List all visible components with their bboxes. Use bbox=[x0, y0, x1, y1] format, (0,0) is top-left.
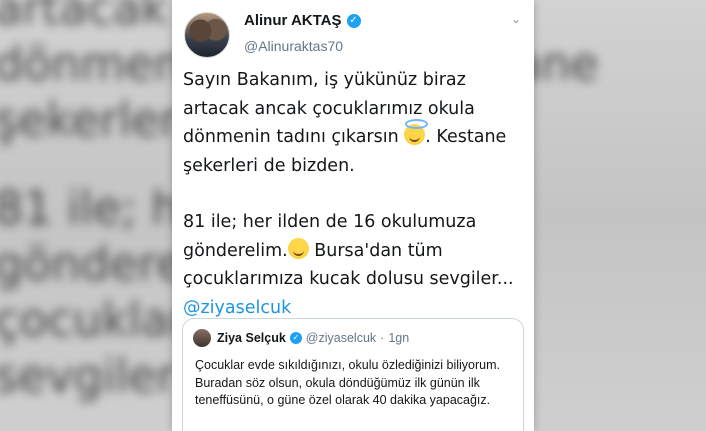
quoted-author-name[interactable]: Ziya Selçuk bbox=[217, 331, 286, 345]
author-name[interactable]: Alinur AKTAŞ bbox=[244, 12, 342, 29]
separator-dot: · bbox=[380, 331, 385, 345]
tweet-paragraph-2: 81 ile; her ilden de 16 okulumuza gönder… bbox=[183, 208, 525, 322]
quoted-tweet-text: Çocuklar evde sıkıldığınızı, okulu özled… bbox=[195, 358, 500, 407]
quoted-tweet[interactable]: Ziya Selçuk ✓ @ziyaselcuk · 1gn Çocuklar… bbox=[182, 318, 524, 431]
verified-badge-icon: ✓ bbox=[289, 332, 302, 344]
quoted-author-row: Ziya Selçuk ✓ @ziyaselcuk · 1gn bbox=[217, 331, 409, 345]
tweet-text: Sayın Bakanım, iş yükünüz biraz artacak … bbox=[183, 66, 525, 322]
verified-badge-icon: ✓ bbox=[346, 13, 361, 28]
quoted-timestamp[interactable]: 1gn bbox=[388, 331, 409, 345]
smiling-face-with-halo-icon bbox=[404, 119, 429, 145]
quoted-avatar[interactable] bbox=[193, 329, 211, 347]
tweet-header: Alinur AKTAŞ ✓ @Alinuraktas70 ⌄ bbox=[184, 8, 524, 60]
author-row: Alinur AKTAŞ ✓ bbox=[244, 12, 361, 29]
chevron-down-icon[interactable]: ⌄ bbox=[508, 12, 524, 28]
mention-link[interactable]: @ziyaselcuk bbox=[183, 298, 291, 318]
author-handle[interactable]: @Alinuraktas70 bbox=[244, 38, 343, 54]
avatar[interactable] bbox=[184, 12, 230, 58]
smiling-face-icon bbox=[287, 237, 309, 259]
tweet-card: Alinur AKTAŞ ✓ @Alinuraktas70 ⌄ Sayın Ba… bbox=[172, 0, 534, 431]
quoted-author-handle[interactable]: @ziyaselcuk bbox=[306, 331, 376, 345]
tweet-paragraph-1: Sayın Bakanım, iş yükünüz biraz artacak … bbox=[183, 66, 525, 180]
